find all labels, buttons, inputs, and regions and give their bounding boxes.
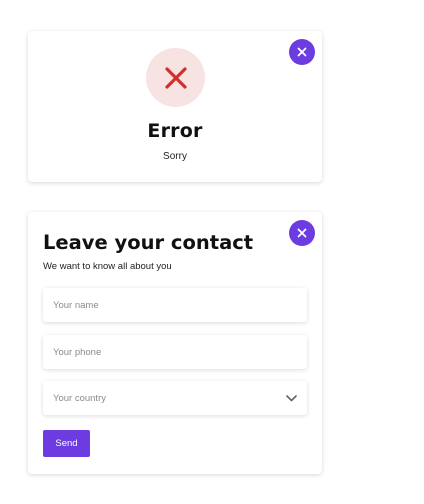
name-field[interactable] [43, 288, 307, 322]
contact-subtitle: We want to know all about you [43, 261, 172, 272]
error-close-button[interactable] [289, 39, 315, 65]
error-subtitle: Sorry [163, 151, 187, 162]
name-input[interactable] [53, 299, 297, 311]
close-icon [297, 228, 307, 238]
error-card: Error Sorry [28, 31, 322, 182]
country-select-placeholder: Your country [53, 392, 106, 404]
close-icon [297, 47, 307, 57]
contact-card: Leave your contact We want to know all a… [28, 212, 322, 474]
chevron-down-icon [286, 394, 297, 402]
error-title: Error [147, 120, 203, 142]
phone-input[interactable] [53, 346, 297, 358]
contact-title: Leave your contact [43, 231, 254, 254]
contact-close-button[interactable] [289, 220, 315, 246]
send-button[interactable]: Send [43, 430, 90, 457]
phone-field[interactable] [43, 335, 307, 369]
error-icon-circle [146, 48, 205, 107]
country-select[interactable]: Your country [43, 381, 307, 415]
close-x-icon [164, 66, 187, 89]
